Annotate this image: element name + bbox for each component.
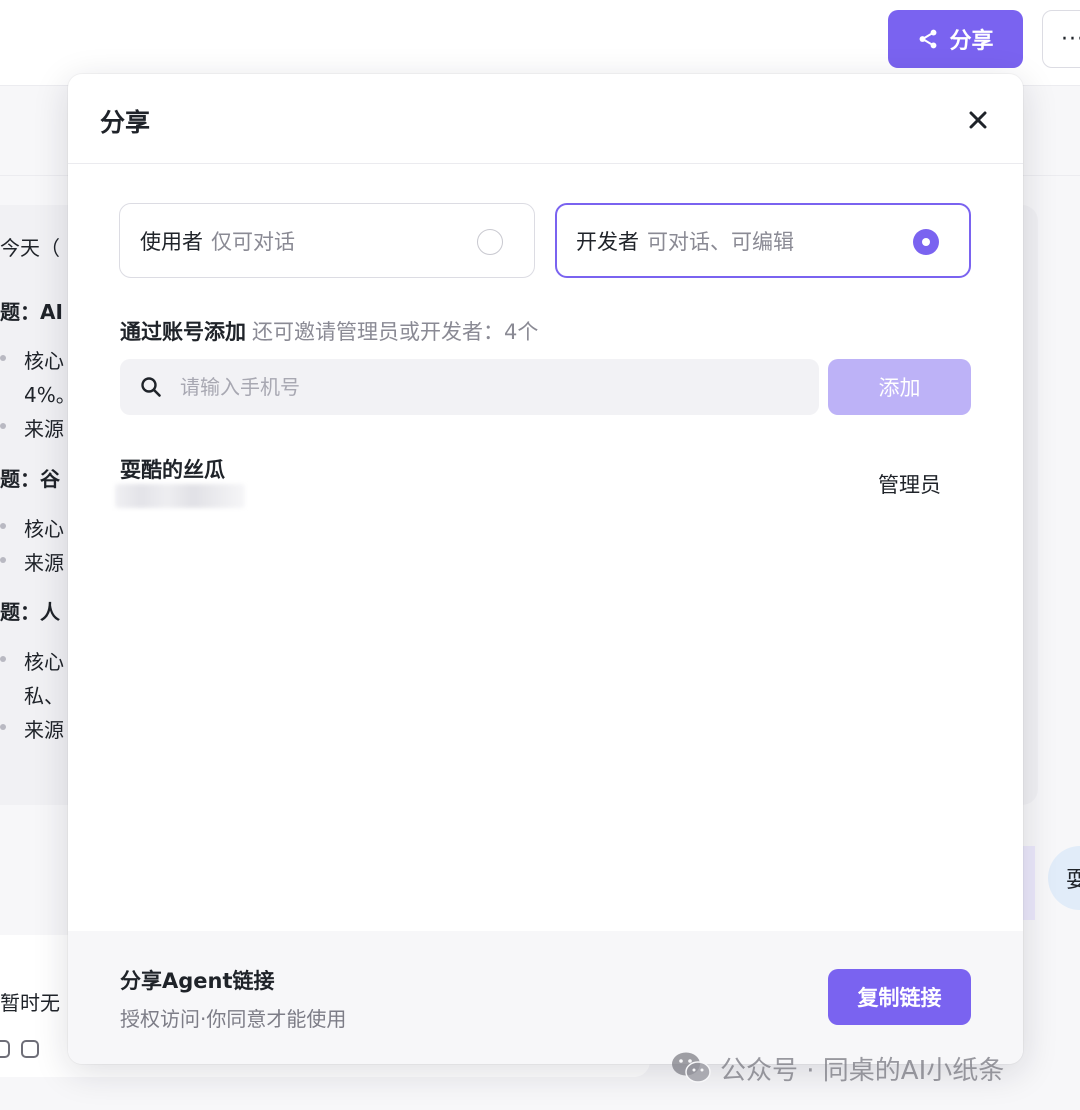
bg-text: 核心: [24, 517, 64, 541]
wechat-icon: [672, 1052, 711, 1083]
role-option-developer[interactable]: 开发者 可对话、可编辑: [555, 203, 971, 278]
role-option-user[interactable]: 使用者 仅可对话: [119, 203, 535, 278]
dialog-header: 分享: [68, 74, 1023, 164]
role-description: 仅可对话: [211, 229, 295, 254]
bg-text: 题：AI: [0, 300, 63, 324]
radio-button-selected[interactable]: [913, 229, 939, 255]
share-button[interactable]: 分享: [888, 10, 1023, 68]
bg-text: 来源: [24, 417, 64, 441]
member-name: 耍酷的丝瓜: [120, 458, 225, 482]
bullet-dot: [0, 355, 6, 361]
share-link-title: 分享Agent链接: [120, 969, 275, 993]
copy-link-button[interactable]: 复制链接: [828, 969, 971, 1025]
bg-text: 核心: [24, 650, 64, 674]
dialog-footer: 分享Agent链接 授权访问·你同意才能使用 复制链接: [68, 931, 1023, 1064]
phone-input[interactable]: [180, 359, 800, 415]
invite-label: 通过账号添加: [120, 320, 246, 344]
bg-text: 题：人: [0, 600, 60, 624]
bullet-dot: [0, 724, 6, 730]
feedback-icon[interactable]: [0, 1040, 10, 1058]
watermark: 公众号 · 同桌的AI小纸条: [670, 1048, 1004, 1088]
bg-text: 今天（: [0, 236, 60, 260]
dialog-title: 分享: [100, 108, 151, 137]
bullet-dot: [0, 656, 6, 662]
avatar-text: 耍: [1066, 868, 1080, 893]
role-description: 可对话、可编辑: [647, 229, 794, 254]
share-icon: [920, 29, 937, 49]
report-icon[interactable]: [21, 1040, 39, 1058]
bullet-dot: [0, 557, 6, 563]
close-icon: [969, 111, 987, 129]
add-button[interactable]: 添加: [828, 359, 971, 415]
empty-hint: 暂时无: [0, 991, 60, 1015]
phone-search-box: [120, 359, 819, 415]
bg-text: 题：谷: [0, 467, 60, 491]
bullet-dot: [0, 423, 6, 429]
bg-text: 来源: [24, 551, 64, 575]
radio-button[interactable]: [477, 229, 503, 255]
bg-text: 来源: [24, 718, 64, 742]
share-link-subtitle: 授权访问·你同意才能使用: [120, 1007, 347, 1031]
bullet-dot: [0, 523, 6, 529]
bg-text: 核心: [24, 349, 64, 373]
more-button[interactable]: ···: [1042, 10, 1080, 68]
invite-by-account: 通过账号添加 还可邀请管理员或开发者：4个: [120, 316, 538, 346]
close-button[interactable]: [964, 106, 992, 134]
share-dialog: 分享 使用者 仅可对话 开发者 可对话、可编辑 通过账号添加 还可邀请管理员或开发…: [68, 74, 1023, 1064]
more-icon: ···: [1061, 26, 1080, 52]
avatar: 耍: [1048, 846, 1080, 910]
search-icon: [141, 377, 161, 397]
role-name: 开发者: [576, 229, 639, 254]
member-role: 管理员: [878, 473, 941, 497]
member-id-redacted: [115, 484, 245, 508]
bg-text: 私、: [24, 684, 64, 708]
watermark-text: 公众号 · 同桌的AI小纸条: [720, 1055, 1005, 1086]
invite-quota-hint: 还可邀请管理员或开发者：4个: [252, 320, 539, 344]
share-button-label: 分享: [949, 29, 994, 54]
role-name: 使用者: [140, 229, 203, 254]
